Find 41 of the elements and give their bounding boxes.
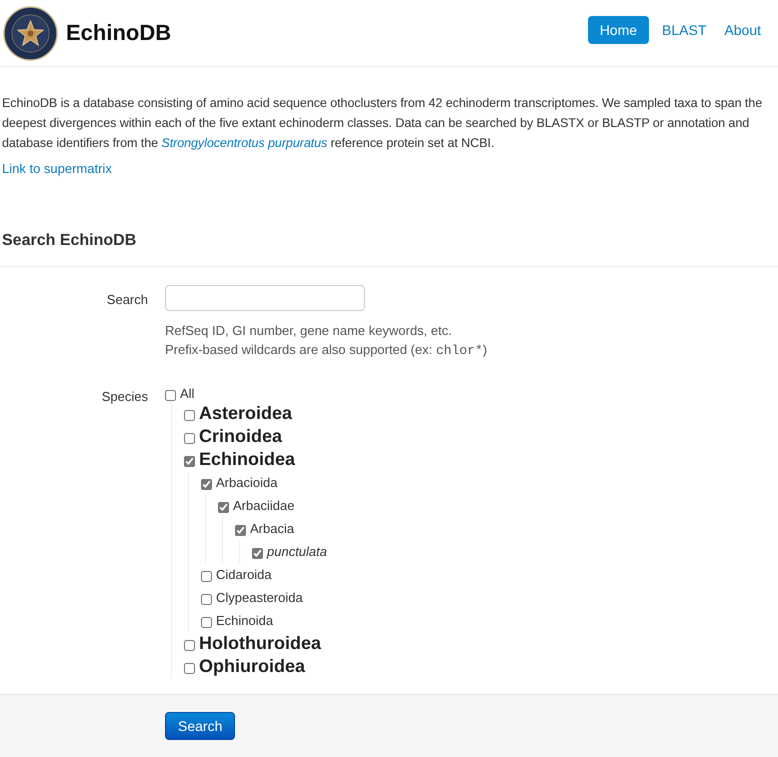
checkbox[interactable] bbox=[252, 548, 263, 559]
intro-paragraph: EchinoDB is a database consisting of amino acid sequence othoclusters from 42 echinoderm transcriptomes. We sampled taxa to span the deepest divergences within each of the five extant echinoderm classes. Data can be searched by BLASTX or BLASTP or annotation and database identifiers from the Strongylocentrotus purpuratus reference protein set at NCBI. bbox=[2, 95, 764, 152]
help-text: RefSeq ID, GI number, gene name keywords, etc. bbox=[165, 322, 453, 340]
supermatrix-link[interactable]: Link to supermatrix bbox=[2, 161, 112, 176]
search-button[interactable]: Search bbox=[165, 712, 236, 740]
checkbox[interactable] bbox=[201, 571, 212, 582]
species-label: Arbacia bbox=[250, 521, 294, 536]
checkbox[interactable] bbox=[184, 433, 195, 444]
nav-tab[interactable]: Home bbox=[588, 16, 650, 44]
species-label: Arbacioida bbox=[216, 475, 278, 490]
checkbox[interactable] bbox=[184, 640, 195, 651]
search-label: Search bbox=[106, 291, 148, 309]
site-title: EchinoDB bbox=[66, 20, 172, 46]
species-label: Cidaroida bbox=[216, 567, 272, 582]
all-label: All bbox=[180, 386, 194, 400]
checkbox[interactable] bbox=[218, 502, 229, 513]
checkbox[interactable] bbox=[184, 663, 195, 674]
help-text: Prefix-based wildcards are also supported (ex: chlor*) bbox=[165, 341, 488, 360]
checkbox[interactable] bbox=[184, 456, 195, 467]
section-title: Search EchinoDB bbox=[2, 232, 138, 250]
logo-icon bbox=[3, 6, 58, 60]
species-label: Clypeasteroida bbox=[216, 590, 303, 605]
species-link[interactable]: Strongylocentrotus purpuratus bbox=[161, 136, 328, 150]
species-label: Holothuroidea bbox=[199, 633, 321, 654]
checkbox[interactable] bbox=[165, 390, 176, 400]
checkbox[interactable] bbox=[201, 617, 212, 628]
species-label: punctulata bbox=[267, 544, 327, 559]
species-label: Echinoidea bbox=[199, 449, 296, 470]
checkbox[interactable] bbox=[201, 479, 212, 490]
nav-tab[interactable]: About bbox=[719, 16, 766, 44]
checkbox[interactable] bbox=[201, 594, 212, 605]
species-label: Species bbox=[100, 388, 148, 406]
checkbox[interactable] bbox=[184, 410, 195, 421]
species-label: Echinoida bbox=[216, 613, 274, 628]
species-label: Asteroidea bbox=[199, 403, 292, 424]
species-label: Arbaciidae bbox=[233, 498, 294, 513]
search-field[interactable] bbox=[165, 285, 365, 311]
nav-tab[interactable]: BLAST bbox=[657, 16, 712, 44]
checkbox[interactable] bbox=[235, 525, 246, 536]
species-label: Ophiuroidea bbox=[199, 656, 306, 677]
species-label: Crinoidea bbox=[199, 426, 282, 447]
